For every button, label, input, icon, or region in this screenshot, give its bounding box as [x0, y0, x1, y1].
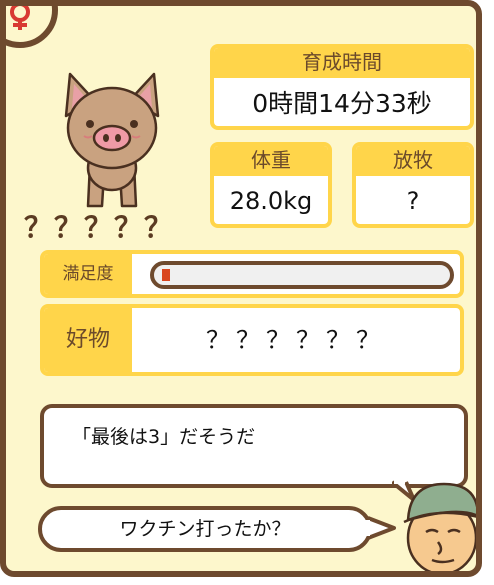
growth-time-value: 0時間14分33秒 — [252, 89, 432, 118]
grazing-value: ? — [406, 187, 420, 215]
pig-icon[interactable] — [50, 64, 174, 214]
pig-name: ？？？？？ — [24, 211, 175, 244]
satisfaction-row: 満足度 — [40, 250, 464, 298]
status-panel: ？？？？？ 育成時間 0時間14分33秒 体重 28.0kg 放牧 ? 満足度 … — [0, 0, 482, 577]
gender-badge — [6, 6, 58, 48]
weight-label: 体重 — [214, 146, 328, 176]
farmer-line-text: ワクチン打ったか？ — [119, 518, 291, 540]
favorite-food-row: 好物 ？？？？？？ — [40, 304, 464, 376]
weight-card: 体重 28.0kg — [210, 142, 332, 228]
farmer-bubble-tail — [364, 516, 396, 540]
growth-time-label: 育成時間 — [214, 48, 470, 78]
satisfaction-gauge — [150, 261, 454, 289]
farmer-avatar-icon — [403, 482, 476, 571]
grazing-label: 放牧 — [356, 146, 470, 176]
satisfaction-gauge-fill — [162, 269, 170, 281]
farmer-speech-bubble[interactable]: ワクチン打ったか？ — [38, 506, 372, 552]
grazing-card[interactable]: 放牧 ? — [352, 142, 474, 228]
female-symbol-icon — [10, 6, 30, 30]
growth-time-card: 育成時間 0時間14分33秒 — [210, 44, 474, 130]
satisfaction-label: 満足度 — [44, 254, 132, 294]
favorite-food-label: 好物 — [44, 308, 132, 372]
hint-text: 「最後は3」だそうだ — [72, 426, 256, 448]
weight-value: 28.0kg — [229, 187, 313, 215]
favorite-food-value: ？？？？？？ — [206, 326, 386, 354]
